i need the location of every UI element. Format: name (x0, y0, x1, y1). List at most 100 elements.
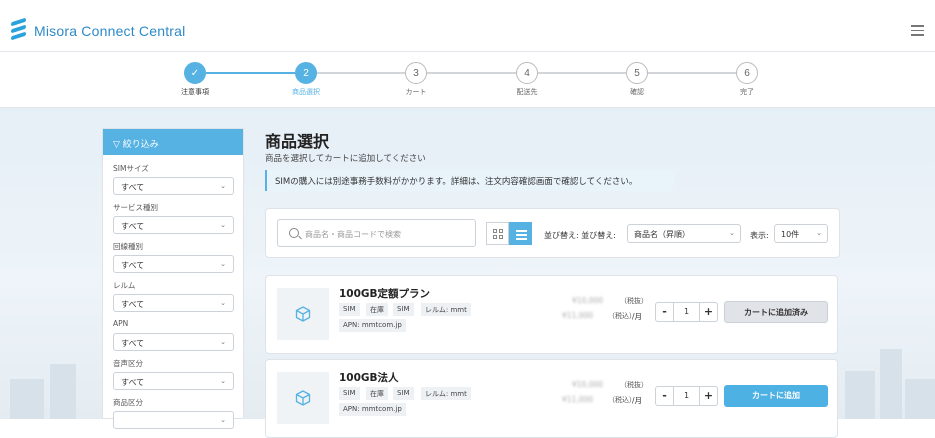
product-apn: APN: mmtcom.jp (339, 319, 406, 332)
page-title: 商品選択 (265, 132, 330, 151)
filter-select[interactable]: すべて ⌄ (113, 177, 234, 195)
product-tag: SIM (339, 387, 360, 400)
product-name: 100GB法人 (339, 372, 399, 384)
search-input[interactable]: 商品名・商品コードで検索 (277, 219, 476, 247)
quantity-stepper: -1 + (655, 302, 718, 322)
list-icon (516, 230, 527, 242)
chevron-down-icon: ⌄ (816, 229, 822, 237)
grid-icon (493, 229, 503, 239)
quantity-increase-button[interactable]: + (699, 387, 717, 405)
filter-select[interactable]: すべて ⌄ (113, 333, 234, 351)
product-tag: 在庫 (366, 387, 388, 400)
cube-icon (295, 306, 311, 322)
product-apn: APN: mmtcom.jp (339, 403, 406, 416)
filter-title: 絞り込み (122, 140, 159, 150)
filter-label: サービス種別 (113, 203, 158, 212)
filter-select[interactable]: すべて ⌄ (113, 255, 234, 273)
display-count-label: 表示: (750, 231, 769, 240)
step-6-circle: 6 (736, 62, 758, 84)
step-2-circle: 2 (295, 62, 317, 84)
step-5-label: 確認 (630, 88, 644, 96)
price-excl-tax: ¥10,000 (572, 380, 604, 389)
step-connector (427, 72, 516, 74)
filter-value: すべて (121, 261, 145, 270)
cube-icon (295, 390, 311, 406)
quantity-input[interactable]: 1 (674, 387, 699, 405)
product-tag: SIM (393, 303, 414, 316)
tax-excl-label: （税抜） (620, 297, 648, 305)
filter-label: 商品区分 (113, 398, 143, 407)
filter-label: SIMサイズ (113, 164, 149, 173)
price-incl-tax: ¥11,000 (562, 395, 594, 404)
quantity-input[interactable]: 1 (674, 303, 699, 321)
hamburger-menu-icon[interactable] (911, 25, 924, 36)
per-month-label: /月 (632, 396, 643, 405)
product-card: 100GB定額プラン SIM 在庫 SIM レルム: mmt APN: mmtcom.jp… (265, 275, 838, 354)
filter-select[interactable]: すべて ⌄ (113, 372, 234, 390)
step-3-circle: 3 (405, 62, 427, 84)
filter-value: すべて (121, 183, 145, 192)
order-stepper: ✓ 注意事項 2 商品選択 3 カート 4 配送先 5 確認 6 完了 (0, 52, 935, 108)
sort-label: 並び替え: 並び替え: (544, 231, 616, 240)
search-placeholder: 商品名・商品コードで検索 (305, 230, 401, 239)
chevron-down-icon: ⌄ (220, 182, 226, 190)
filter-value: すべて (121, 339, 145, 348)
filter-header: ▽ 絞り込み (103, 129, 243, 155)
step-4-circle: 4 (516, 62, 538, 84)
chevron-down-icon: ⌄ (729, 229, 735, 237)
filter-value: すべて (121, 222, 145, 231)
filter-label: レルム (113, 281, 136, 290)
filter-sidebar: ▽ 絞り込み SIMサイズ すべて ⌄ サービス種別 すべて ⌄ 回線種別 すべて ⌄ レルム すべ… (102, 128, 244, 429)
step-1-circle: ✓ (184, 62, 206, 84)
filter-select[interactable]: すべて ⌄ (113, 216, 234, 234)
per-month-label: /月 (632, 312, 643, 321)
step-6-label: 完了 (740, 88, 754, 96)
product-tag: SIM (393, 387, 414, 400)
filter-icon: ▽ (113, 140, 123, 150)
filter-label: 回線種別 (113, 242, 143, 251)
step-5-circle: 5 (626, 62, 648, 84)
logo-icon (11, 17, 27, 42)
filter-value: すべて (121, 378, 145, 387)
filter-select[interactable]: すべて ⌄ (113, 294, 234, 312)
quantity-increase-button[interactable]: + (699, 303, 717, 321)
app-header: Misora Connect Central (0, 0, 935, 52)
filter-label: 音声区分 (113, 359, 143, 368)
filter-value: すべて (121, 300, 145, 309)
app-title: Misora Connect Central (34, 23, 186, 39)
product-tag: SIM (339, 303, 360, 316)
chevron-down-icon: ⌄ (220, 416, 226, 424)
tax-excl-label: （税抜） (620, 381, 648, 389)
add-to-cart-button[interactable]: カートに追加済み (724, 301, 828, 323)
step-1-label: 注意事項 (181, 88, 209, 96)
grid-view-button[interactable] (486, 222, 509, 245)
search-icon (289, 228, 299, 238)
step-4-label: 配送先 (516, 88, 538, 96)
product-tag: 在庫 (366, 303, 388, 316)
product-card: 100GB法人 SIM 在庫 SIM レルム: mmt APN: mmtcom.jp ¥10… (265, 359, 838, 438)
step-3-label: カート (405, 88, 427, 96)
step-connector (206, 72, 295, 74)
filter-label: APN (113, 319, 129, 328)
step-connector (648, 72, 736, 74)
product-thumbnail (277, 372, 329, 424)
quantity-decrease-button[interactable]: - (656, 387, 674, 405)
chevron-down-icon: ⌄ (220, 221, 226, 229)
step-connector (538, 72, 626, 74)
add-to-cart-button[interactable]: カートに追加 (724, 385, 828, 407)
filter-select[interactable]: ⌄ (113, 411, 234, 429)
product-name: 100GB定額プラン (339, 288, 431, 300)
sort-select[interactable]: 商品名（昇順） ⌄ (627, 224, 741, 243)
quantity-decrease-button[interactable]: - (656, 303, 674, 321)
display-count-select[interactable]: 10件 ⌄ (774, 224, 828, 243)
price-excl-tax: ¥10,000 (572, 296, 604, 305)
step-connector (317, 72, 405, 74)
list-view-button[interactable] (509, 222, 532, 245)
quantity-stepper: -1 + (655, 386, 718, 406)
chevron-down-icon: ⌄ (220, 338, 226, 346)
chevron-down-icon: ⌄ (220, 260, 226, 268)
price-incl-tax: ¥11,000 (562, 311, 594, 320)
product-thumbnail (277, 288, 329, 340)
product-tag: レルム: mmt (421, 303, 471, 316)
product-tag: レルム: mmt (421, 387, 471, 400)
